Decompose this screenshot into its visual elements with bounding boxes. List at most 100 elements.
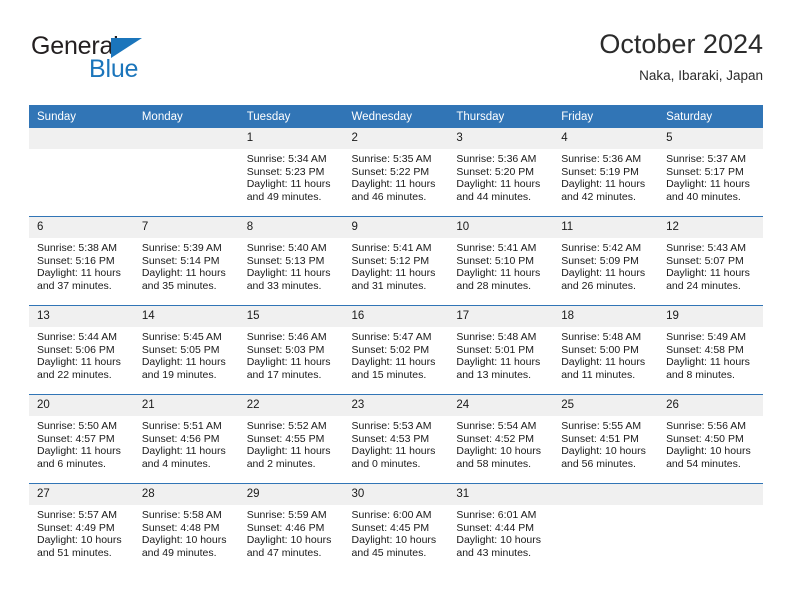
sunset-text: Sunset: 5:05 PM <box>141 343 220 356</box>
day-cell[interactable]: 30 Sunrise: 6:00 AM Sunset: 4:45 PM Dayligh… <box>343 483 449 572</box>
day-cell-empty <box>553 483 659 572</box>
general-blue-logo[interactable]: General Blue <box>29 32 259 92</box>
day-sun-details: Sunrise: 5:42 AM Sunset: 5:09 PM Daylight:… <box>553 238 658 292</box>
title-block: October 2024 Naka, Ibaraki, Japan <box>599 28 763 86</box>
day-cell[interactable]: 7 Sunrise: 5:39 AM Sunset: 5:14 PM Daylight… <box>133 216 239 306</box>
sunrise-text: Sunrise: 5:35 AM <box>351 153 432 165</box>
day-number: 11 <box>553 217 659 238</box>
day-cell[interactable]: 18 Sunrise: 5:48 AM Sunset: 5:00 PM Dayligh… <box>553 305 659 395</box>
day-cell[interactable]: 23 Sunrise: 5:53 AM Sunset: 4:53 PM Dayligh… <box>343 394 449 484</box>
day-cell[interactable]: 9 Sunrise: 5:41 AM Sunset: 5:12 PM Daylight… <box>343 216 449 306</box>
day-cell[interactable]: 17 Sunrise: 5:48 AM Sunset: 5:01 PM Dayligh… <box>448 305 554 395</box>
day-cell[interactable]: 27 Sunrise: 5:57 AM Sunset: 4:49 PM Dayligh… <box>29 483 134 572</box>
sunrise-text: Sunrise: 5:41 AM <box>351 242 432 254</box>
day-cell[interactable]: 31 Sunrise: 6:01 AM Sunset: 4:44 PM Dayligh… <box>448 483 554 572</box>
month-grid: Sunday Monday Tuesday Wednesday Thursday… <box>29 105 763 572</box>
day-cell[interactable]: 20 Sunrise: 5:50 AM Sunset: 4:57 PM Dayligh… <box>29 394 134 484</box>
day-sun-details: Sunrise: 5:54 AM Sunset: 4:52 PM Daylight:… <box>448 416 553 470</box>
day-cell-empty <box>29 128 134 217</box>
day-sun-details: Sunrise: 5:37 AM Sunset: 5:17 PM Daylight:… <box>658 149 763 203</box>
daylight-text-line1: Daylight: 11 hours <box>246 445 331 458</box>
day-sun-details: Sunrise: 5:46 AM Sunset: 5:03 PM Daylight:… <box>239 327 344 381</box>
sunrise-text: Sunrise: 5:41 AM <box>456 242 537 254</box>
day-cell[interactable]: 8 Sunrise: 5:40 AM Sunset: 5:13 PM Daylight… <box>238 216 344 306</box>
weekday-header-tuesday: Tuesday <box>238 105 344 128</box>
sunset-text: Sunset: 4:55 PM <box>246 432 325 445</box>
day-cell[interactable]: 11 Sunrise: 5:42 AM Sunset: 5:09 PM Dayligh… <box>553 216 659 306</box>
day-number: 1 <box>238 128 344 149</box>
daylight-text-line1: Daylight: 10 hours <box>561 445 646 458</box>
weekday-header-monday: Monday <box>133 105 239 128</box>
day-cell[interactable]: 14 Sunrise: 5:45 AM Sunset: 5:05 PM Dayligh… <box>133 305 239 395</box>
daylight-text-line2: and 6 minutes. <box>37 457 106 470</box>
daylight-text-line2: and 35 minutes. <box>141 279 217 292</box>
day-number: 17 <box>448 306 554 327</box>
day-number: 3 <box>448 128 554 149</box>
day-sun-details: Sunrise: 5:51 AM Sunset: 4:56 PM Daylight:… <box>134 416 239 470</box>
day-cell[interactable]: 21 Sunrise: 5:51 AM Sunset: 4:56 PM Dayligh… <box>133 394 239 484</box>
day-sun-details: Sunrise: 5:36 AM Sunset: 5:20 PM Daylight:… <box>448 149 553 203</box>
sunrise-text: Sunrise: 5:48 AM <box>456 331 537 343</box>
day-cell[interactable]: 16 Sunrise: 5:47 AM Sunset: 5:02 PM Dayligh… <box>343 305 449 395</box>
day-cell[interactable]: 25 Sunrise: 5:55 AM Sunset: 4:51 PM Dayligh… <box>553 394 659 484</box>
day-cell[interactable]: 10 Sunrise: 5:41 AM Sunset: 5:10 PM Dayligh… <box>448 216 554 306</box>
daylight-text-line1: Daylight: 11 hours <box>351 356 436 369</box>
day-cell[interactable]: 15 Sunrise: 5:46 AM Sunset: 5:03 PM Dayligh… <box>238 305 344 395</box>
daylight-text-line1: Daylight: 11 hours <box>246 356 331 369</box>
day-sun-details: Sunrise: 5:50 AM Sunset: 4:57 PM Daylight:… <box>29 416 134 470</box>
day-cell[interactable]: 2 Sunrise: 5:35 AM Sunset: 5:22 PM Daylight… <box>343 128 449 217</box>
day-cell[interactable]: 26 Sunrise: 5:56 AM Sunset: 4:50 PM Dayligh… <box>658 394 763 484</box>
month-grid-body: 1 Sunrise: 5:34 AM Sunset: 5:23 PM Daylight… <box>29 128 763 572</box>
day-cell[interactable]: 3 Sunrise: 5:36 AM Sunset: 5:20 PM Daylight… <box>448 128 554 217</box>
daylight-text-line1: Daylight: 11 hours <box>141 445 226 458</box>
sunrise-text: Sunrise: 5:38 AM <box>37 242 117 254</box>
sunset-text: Sunset: 4:51 PM <box>561 432 639 445</box>
day-number: 30 <box>343 484 449 505</box>
day-number: 20 <box>29 395 134 416</box>
day-sun-details: Sunrise: 5:39 AM Sunset: 5:14 PM Daylight:… <box>134 238 239 292</box>
day-sun-details: Sunrise: 5:56 AM Sunset: 4:50 PM Daylight:… <box>658 416 763 470</box>
day-cell[interactable]: 1 Sunrise: 5:34 AM Sunset: 5:23 PM Daylight… <box>238 128 344 217</box>
sunrise-text: Sunrise: 5:37 AM <box>666 153 747 165</box>
sunrise-text: Sunrise: 5:58 AM <box>141 509 222 521</box>
day-sun-details: Sunrise: 5:40 AM Sunset: 5:13 PM Daylight:… <box>239 238 344 292</box>
day-cell[interactable]: 5 Sunrise: 5:37 AM Sunset: 5:17 PM Daylight… <box>658 128 763 217</box>
sunset-text: Sunset: 5:09 PM <box>561 254 639 267</box>
daylight-text-line2: and 13 minutes. <box>456 368 532 381</box>
day-number: 29 <box>238 484 344 505</box>
day-sun-details: Sunrise: 6:01 AM Sunset: 4:44 PM Daylight:… <box>448 505 553 559</box>
sunrise-text: Sunrise: 6:01 AM <box>456 509 537 521</box>
day-cell[interactable]: 24 Sunrise: 5:54 AM Sunset: 4:52 PM Dayligh… <box>448 394 554 484</box>
day-cell[interactable]: 4 Sunrise: 5:36 AM Sunset: 5:19 PM Daylight… <box>553 128 659 217</box>
day-number <box>658 484 763 505</box>
sunset-text: Sunset: 5:07 PM <box>666 254 744 267</box>
day-cell[interactable]: 19 Sunrise: 5:49 AM Sunset: 4:58 PM Dayligh… <box>658 305 763 395</box>
sunrise-text: Sunrise: 5:46 AM <box>246 331 327 343</box>
daylight-text-line1: Daylight: 11 hours <box>561 356 646 369</box>
week-row: 13 Sunrise: 5:44 AM Sunset: 5:06 PM Dayligh… <box>29 305 763 395</box>
day-cell[interactable]: 6 Sunrise: 5:38 AM Sunset: 5:16 PM Daylight… <box>29 216 134 306</box>
daylight-text-line2: and 15 minutes. <box>351 368 427 381</box>
sunset-text: Sunset: 4:56 PM <box>141 432 220 445</box>
daylight-text-line2: and 40 minutes. <box>666 190 741 203</box>
sunset-text: Sunset: 4:58 PM <box>666 343 744 356</box>
sunset-text: Sunset: 5:19 PM <box>561 165 639 178</box>
daylight-text-line2: and 56 minutes. <box>561 457 636 470</box>
day-number: 18 <box>553 306 659 327</box>
day-cell[interactable]: 28 Sunrise: 5:58 AM Sunset: 4:48 PM Dayligh… <box>133 483 239 572</box>
sunset-text: Sunset: 4:57 PM <box>37 432 115 445</box>
day-number <box>553 484 659 505</box>
sunrise-text: Sunrise: 5:51 AM <box>141 420 222 432</box>
day-cell[interactable]: 13 Sunrise: 5:44 AM Sunset: 5:06 PM Dayligh… <box>29 305 134 395</box>
daylight-text-line1: Daylight: 11 hours <box>141 356 226 369</box>
daylight-text-line2: and 49 minutes. <box>141 546 217 559</box>
day-cell[interactable]: 12 Sunrise: 5:43 AM Sunset: 5:07 PM Dayligh… <box>658 216 763 306</box>
day-number: 27 <box>29 484 134 505</box>
day-cell[interactable]: 29 Sunrise: 5:59 AM Sunset: 4:46 PM Dayligh… <box>238 483 344 572</box>
sunrise-text: Sunrise: 5:45 AM <box>141 331 222 343</box>
sunset-text: Sunset: 5:01 PM <box>456 343 535 356</box>
daylight-text-line1: Daylight: 10 hours <box>351 534 437 547</box>
day-sun-details: Sunrise: 5:45 AM Sunset: 5:05 PM Daylight:… <box>134 327 239 381</box>
day-cell[interactable]: 22 Sunrise: 5:52 AM Sunset: 4:55 PM Dayligh… <box>238 394 344 484</box>
sunset-text: Sunset: 5:20 PM <box>456 165 535 178</box>
